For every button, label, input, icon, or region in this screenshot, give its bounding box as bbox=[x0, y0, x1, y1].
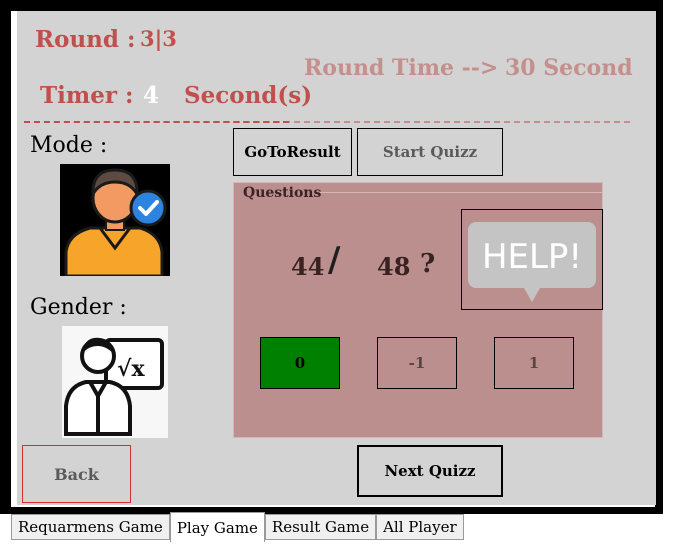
help-text: HELP! bbox=[482, 237, 582, 277]
help-button[interactable]: HELP! bbox=[461, 209, 603, 310]
gender-label: Gender : bbox=[30, 295, 127, 320]
next-quiz-button[interactable]: Next Quizz bbox=[357, 445, 503, 497]
answer-option-0[interactable]: 0 bbox=[260, 337, 340, 389]
back-button[interactable]: Back bbox=[22, 445, 131, 503]
teacher-board-icon: √x bbox=[62, 326, 168, 438]
question-mark: ? bbox=[420, 249, 436, 279]
question-operator: / bbox=[328, 240, 341, 280]
tab-requarmens-game[interactable]: Requarmens Game bbox=[11, 514, 170, 540]
goto-result-button[interactable]: GoToResult bbox=[233, 128, 352, 176]
svg-text:√x: √x bbox=[117, 356, 145, 382]
answer-option-1[interactable]: -1 bbox=[377, 337, 457, 389]
start-quiz-button[interactable]: Start Quizz bbox=[357, 128, 503, 176]
timer-value: 4 bbox=[143, 82, 160, 109]
round-value: 3|3 bbox=[140, 26, 177, 51]
tab-bar: Requarmens Game Play Game Result Game Al… bbox=[11, 512, 464, 542]
header-divider-progress bbox=[24, 121, 289, 123]
round-time-value: 30 Second bbox=[505, 55, 633, 81]
questions-group-border bbox=[320, 192, 603, 193]
question-operand-2: 48 bbox=[377, 252, 411, 281]
help-speech-bubble-icon: HELP! bbox=[468, 222, 596, 302]
round-time-label: Round Time --> bbox=[304, 55, 499, 81]
user-check-icon bbox=[60, 164, 170, 278]
tab-all-player[interactable]: All Player bbox=[376, 514, 464, 540]
questions-legend: Questions bbox=[243, 185, 322, 201]
answer-option-2[interactable]: 1 bbox=[494, 337, 574, 389]
round-label: Round : bbox=[35, 26, 136, 53]
tab-play-game[interactable]: Play Game bbox=[169, 512, 265, 542]
question-operand-1: 44 bbox=[291, 252, 325, 281]
mode-label: Mode : bbox=[30, 133, 108, 158]
tab-result-game[interactable]: Result Game bbox=[264, 514, 377, 540]
timer-unit: Second(s) bbox=[184, 82, 313, 109]
timer-label: Timer : bbox=[40, 82, 134, 109]
